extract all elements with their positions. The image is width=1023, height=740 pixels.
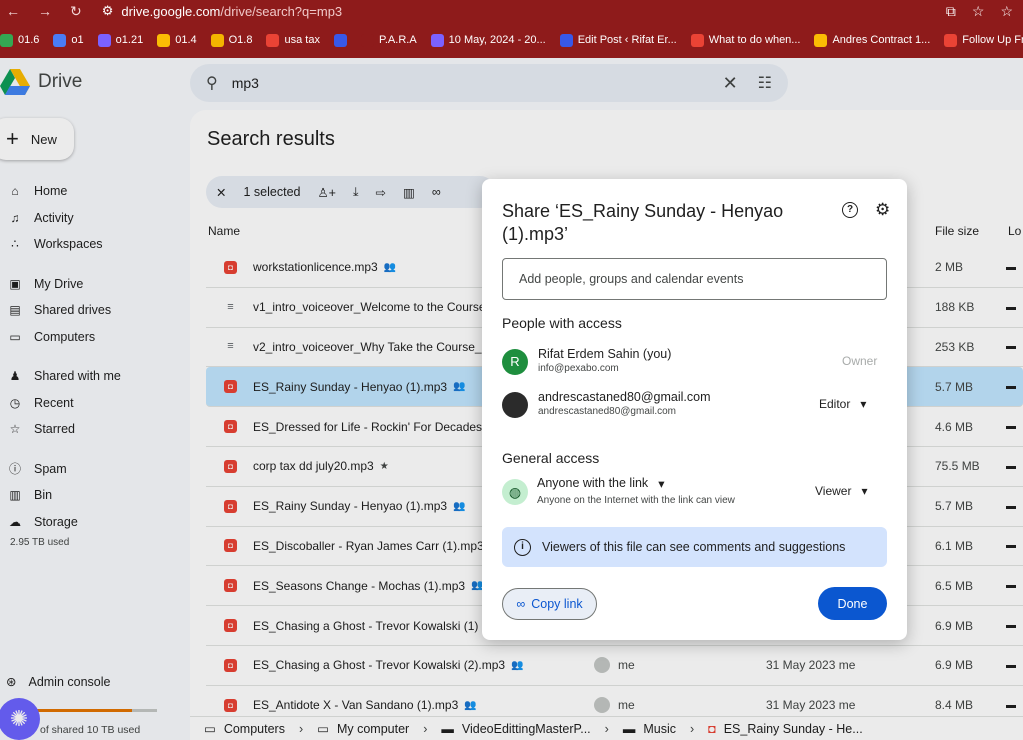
editor-role-dropdown[interactable]: Editor ▾ (819, 397, 866, 411)
person-name: Rifat Erdem Sahin (you) (538, 347, 672, 361)
info-banner-text: Viewers of this file can see comments an… (542, 540, 846, 554)
globe-icon: ◍ (502, 479, 528, 505)
bookmark-label: P.A.R.A (378, 34, 417, 46)
copy-link-button[interactable]: ∞ Copy link (502, 588, 597, 620)
bookmark-label: usa tax (284, 34, 320, 46)
gmail-icon (944, 33, 958, 47)
back-icon[interactable]: ← (6, 3, 20, 20)
done-button[interactable]: Done (818, 587, 887, 620)
reload-icon[interactable]: ↻ (70, 3, 82, 20)
people-with-access-heading: People with access (502, 315, 622, 331)
link-access-label: Anyone with the link (537, 476, 649, 490)
owner-role-label: Owner (842, 354, 878, 368)
wordpress-icon (559, 33, 573, 47)
copy-link-label: Copy link (531, 597, 583, 611)
site-settings-icon[interactable]: ⚙ (102, 3, 114, 19)
blue-icon (53, 33, 67, 47)
person-email: andrescastaned80@gmail.com (538, 406, 677, 417)
general-access-row: ◍ Anyone with the link ▾ Anyone on the I… (502, 476, 887, 510)
dropdown-arrow-icon: ▾ (658, 477, 665, 491)
forward-icon[interactable]: → (38, 3, 52, 20)
viewer-role-dropdown[interactable]: Viewer ▾ (815, 484, 868, 498)
bookmark-label: Andres Contract 1... (832, 34, 931, 46)
settings-gear-icon[interactable]: ⚙ (875, 200, 890, 220)
link-access-dropdown[interactable]: Anyone with the link ▾ (537, 476, 664, 491)
info-banner: i Viewers of this file can see comments … (502, 527, 887, 567)
general-access-heading: General access (502, 450, 600, 466)
bookmark-item[interactable]: O1.8 (210, 33, 253, 47)
share-dialog-title: Share ‘ES_Rainy Sunday - Henyao (1).mp3’ (502, 201, 784, 244)
bookmark-item[interactable]: P.A.R.A (360, 33, 417, 47)
bookmark-item[interactable]: 01.6 (0, 33, 40, 47)
bookmark-star-icon[interactable]: ☆ (972, 3, 985, 20)
role-label: Editor (819, 397, 851, 411)
person-email: info@pexabo.com (538, 363, 619, 374)
bookmark-item[interactable] (333, 33, 347, 47)
dropdown-arrow-icon: ▾ (861, 484, 868, 498)
dropdown-arrow-icon: ▾ (860, 397, 867, 411)
info-icon: i (514, 538, 531, 556)
avatar (502, 392, 528, 418)
browser-address-bar: ← → ↻ ⚙ drive.google.com/drive/search?q=… (0, 0, 1023, 22)
bookmark-label: 01.6 (18, 34, 40, 46)
link-icon: ∞ (516, 597, 526, 611)
bookmark-item[interactable]: Andres Contract 1... (814, 33, 931, 47)
bookmark-label: Edit Post ‹ Rifat Er... (577, 34, 677, 46)
bookmark-item[interactable]: o1 (53, 33, 84, 47)
bookmarks-bar: 01.6 o1 o1.21 01.4 O1.8 usa tax P.A.R.A 10 May,… (0, 22, 1023, 58)
url-host: drive.google.com (121, 3, 221, 19)
person-owner: R Rifat Erdem Sahin (you) info@pexabo.co… (502, 347, 887, 383)
person-name: andrescastaned80@gmail.com (538, 390, 711, 404)
bookmark-item[interactable]: Follow Up From (944, 33, 1023, 47)
url-field[interactable]: ⚙ drive.google.com/drive/search?q=mp3 (102, 3, 342, 19)
green-plus-icon (0, 33, 13, 47)
bookmark-label: Follow Up From (962, 34, 1023, 46)
bookmark-label: O1.8 (228, 34, 253, 46)
share-dialog: Share ‘ES_Rainy Sunday - Henyao (1).mp3’… (482, 179, 907, 640)
avatar: R (502, 349, 528, 375)
bookmark-label: 10 May, 2024 - 20... (448, 34, 546, 46)
m-icon (210, 33, 224, 47)
open-in-app-icon[interactable]: ⧉ (946, 3, 956, 20)
bookmark-item[interactable]: What to do when... (690, 33, 801, 47)
role-label: Viewer (815, 484, 852, 498)
gear-icon (430, 33, 444, 47)
bookmark-label: 01.4 (175, 34, 197, 46)
bookmark-item[interactable]: 01.4 (157, 33, 197, 47)
bookmark-item[interactable]: 10 May, 2024 - 20... (430, 33, 546, 47)
gmail-icon (690, 33, 704, 47)
profile-star-icon[interactable]: ☆ (1000, 3, 1013, 20)
bookmark-item[interactable]: o1.21 (97, 33, 144, 47)
drive-icon (157, 33, 171, 47)
link-access-description: Anyone on the Internet with the link can… (537, 495, 735, 506)
add-people-input[interactable]: Add people, groups and calendar events (502, 258, 887, 300)
browser-nav: ← → ↻ (0, 3, 82, 20)
help-icon[interactable]: ? (842, 202, 858, 218)
gmail-icon (266, 33, 280, 47)
purple-icon (97, 33, 111, 47)
bookmark-item[interactable]: Edit Post ‹ Rifat Er... (559, 33, 677, 47)
wordpress-icon (333, 33, 347, 47)
drive-icon (814, 33, 828, 47)
folder-icon (360, 33, 374, 47)
bookmark-label: o1 (71, 34, 84, 46)
url-path: /drive/search?q=mp3 (220, 3, 343, 19)
bookmark-item[interactable]: usa tax (266, 33, 320, 47)
bookmark-label: What to do when... (708, 34, 801, 46)
bookmark-label: o1.21 (115, 34, 144, 46)
person-editor: andrescastaned80@gmail.com andrescastane… (502, 390, 887, 426)
